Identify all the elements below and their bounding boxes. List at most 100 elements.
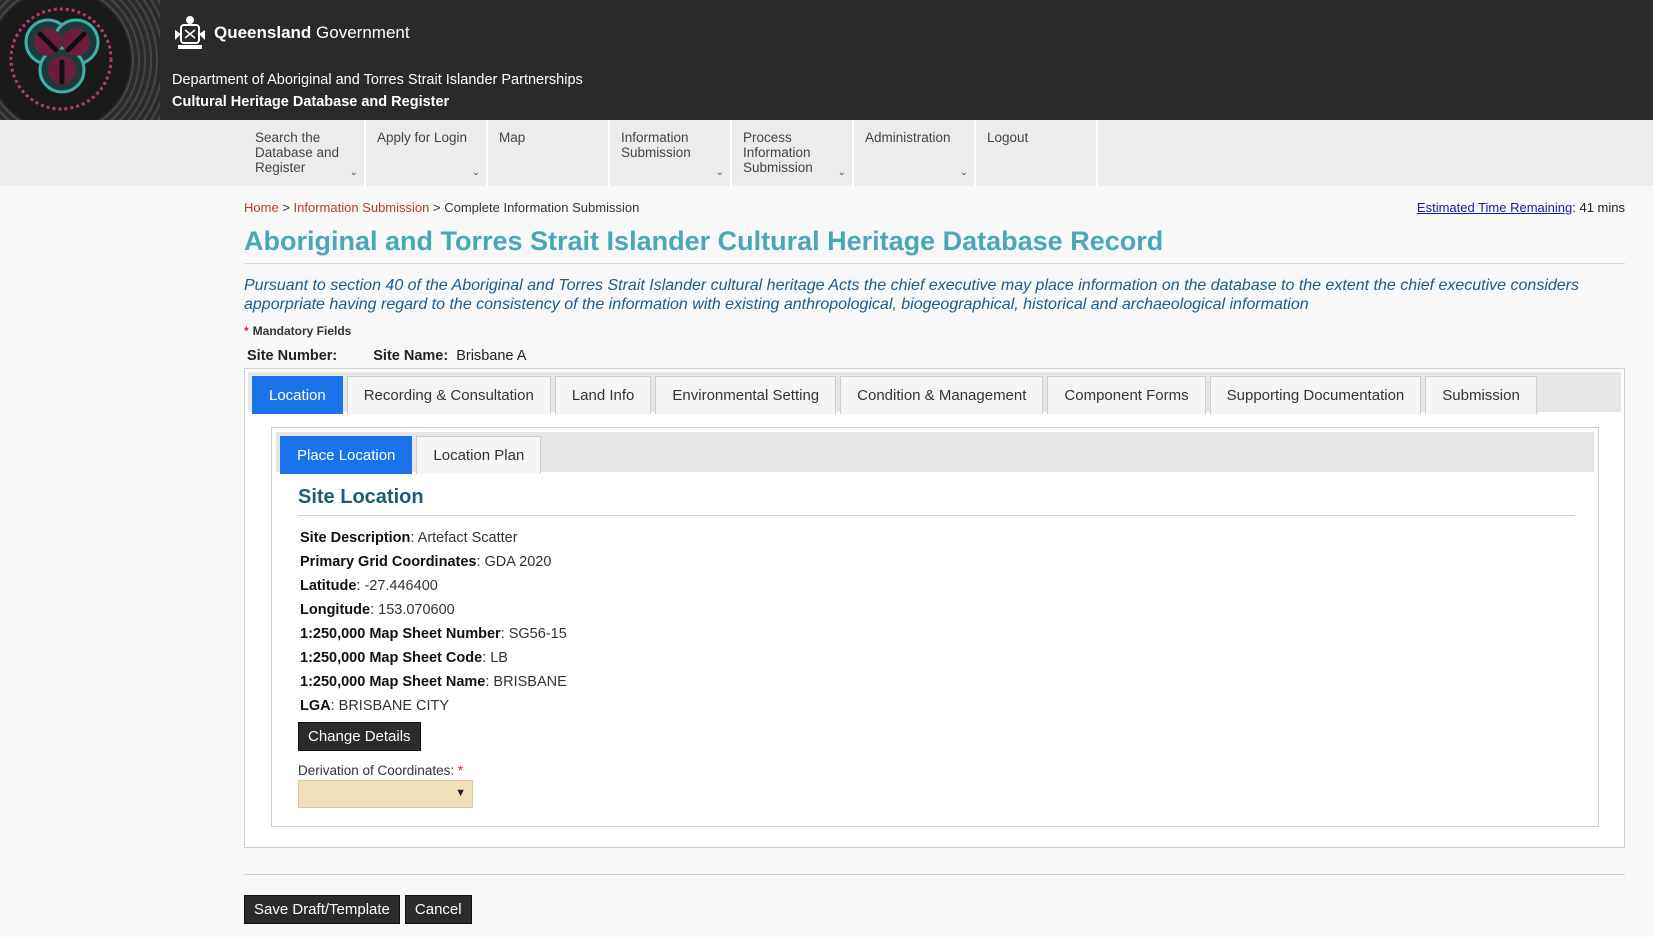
location-subtabs: Place Location Location Plan: [276, 432, 1594, 474]
field-label: 1:250,000 Map Sheet Number: [300, 626, 501, 642]
field-row: LGA: BRISBANE CITY: [300, 694, 1575, 718]
chevron-down-icon: ⌄: [837, 167, 846, 178]
section-heading: Site Location: [298, 486, 1575, 516]
footer-actions: Save Draft/Template Cancel: [244, 895, 472, 924]
record-tabs: Location Recording & Consultation Land Inf…: [248, 372, 1621, 414]
field-label: 1:250,000 Map Sheet Name: [300, 674, 486, 690]
nav-item-search-the-database-and-register[interactable]: Search the Database and Register ⌄: [244, 120, 366, 186]
field-label: Site Description: [300, 530, 411, 546]
nav-item-process-information-submission[interactable]: Process Information Submission ⌄: [732, 120, 854, 186]
field-value: : SG56-15: [500, 626, 567, 642]
site-location-section: Site Location Site Description: Artefact…: [298, 486, 1575, 808]
page-title: Aboriginal and Torres Strait Islander Cu…: [244, 226, 1625, 264]
qld-government-title[interactable]: Queensland Government: [214, 23, 410, 43]
tab-environmental-setting[interactable]: Environmental Setting: [655, 376, 837, 414]
site-name-label: Site Name:: [373, 348, 449, 364]
field-label: 1:250,000 Map Sheet Code: [300, 650, 483, 666]
mandatory-note: * Mandatory Fields: [244, 324, 1625, 338]
field-label: Primary Grid Coordinates: [300, 554, 477, 570]
tab-component-forms[interactable]: Component Forms: [1047, 376, 1206, 414]
subtab-place-location[interactable]: Place Location: [280, 436, 413, 474]
field-value: : GDA 2020: [476, 554, 552, 570]
field-value: : -27.446400: [356, 578, 438, 594]
field-row: Latitude: -27.446400: [300, 574, 1575, 598]
tab-submission[interactable]: Submission: [1425, 376, 1537, 414]
breadcrumb-current: Complete Information Submission: [444, 200, 640, 215]
page-lede: Pursuant to section 40 of the Aboriginal…: [244, 277, 1579, 313]
nav-item-label: Map: [499, 130, 526, 145]
derivation-select[interactable]: ▼: [298, 780, 473, 808]
nav-item-label: Administration: [865, 130, 951, 145]
chevron-down-icon: ▼: [455, 787, 466, 799]
field-value: : BRISBANE: [485, 674, 567, 690]
location-panel: Place Location Location Plan Site Locatio…: [271, 427, 1599, 827]
breadcrumb-separator: >: [433, 200, 441, 215]
chevron-down-icon: ⌄: [959, 167, 968, 178]
field-label: Longitude: [300, 602, 371, 618]
nav-item-label: Search the Database and Register: [255, 130, 340, 175]
field-row: 1:250,000 Map Sheet Number: SG56-15: [300, 622, 1575, 646]
nav-item-label: Apply for Login: [377, 130, 468, 145]
footer-divider: [244, 874, 1625, 875]
tab-supporting-documentation[interactable]: Supporting Documentation: [1209, 376, 1422, 414]
field-label: LGA: [300, 698, 331, 714]
field-value: : LB: [482, 650, 508, 666]
time-remaining: Estimated Time Remaining: 41 mins: [1417, 200, 1625, 215]
nav-item-map[interactable]: Map: [488, 120, 610, 186]
qld-gov-branding: Queensland Government Department of Abor…: [172, 14, 583, 110]
derivation-label-text: Derivation of Coordinates:: [298, 763, 455, 778]
department-name: Department of Aboriginal and Torres Stra…: [172, 72, 583, 88]
field-value: : 153.070600: [370, 602, 455, 618]
subtab-location-plan[interactable]: Location Plan: [416, 436, 542, 474]
chevron-down-icon: ⌄: [715, 167, 724, 178]
aboriginal-art-logo: [0, 0, 160, 120]
required-star: *: [244, 324, 249, 338]
field-row: 1:250,000 Map Sheet Code: LB: [300, 646, 1575, 670]
chevron-down-icon: ⌄: [349, 167, 358, 178]
nav-item-label: Logout: [987, 130, 1029, 145]
field-row: Longitude: 153.070600: [300, 598, 1575, 622]
field-label: Latitude: [300, 578, 357, 594]
cancel-button[interactable]: Cancel: [404, 895, 472, 924]
change-details-button[interactable]: Change Details: [298, 722, 421, 751]
breadcrumb-information-submission[interactable]: Information Submission: [294, 200, 430, 215]
main-nav: Search the Database and Register ⌄ Apply f…: [0, 120, 1653, 186]
site-summary: Site Number: Site Name: Brisbane A: [244, 348, 1625, 364]
main-content: Home > Information Submission > Complete…: [244, 200, 1625, 848]
site-number-label: Site Number:: [247, 348, 338, 364]
nav-item-label: Information Submission: [621, 130, 691, 160]
tab-condition-management[interactable]: Condition & Management: [840, 376, 1044, 414]
site-location-fields: Site Description: Artefact Scatter Primar…: [298, 526, 1575, 718]
mandatory-label: Mandatory Fields: [252, 324, 352, 338]
nav-item-administration[interactable]: Administration ⌄: [854, 120, 976, 186]
save-draft-button[interactable]: Save Draft/Template: [244, 895, 400, 924]
derivation-label: Derivation of Coordinates: *: [298, 763, 1575, 778]
field-value: : BRISBANE CITY: [330, 698, 450, 714]
time-remaining-link[interactable]: Estimated Time Remaining: [1417, 200, 1572, 215]
qld-bold: Queensland: [214, 23, 312, 42]
nav-item-apply-for-login[interactable]: Apply for Login ⌄: [366, 120, 488, 186]
nav-item-logout[interactable]: Logout: [976, 120, 1098, 186]
tab-recording-consultation[interactable]: Recording & Consultation: [346, 376, 551, 414]
site-name-value: Brisbane A: [456, 348, 527, 364]
chevron-down-icon: ⌄: [471, 167, 480, 178]
site-name: Site Name: Brisbane A: [373, 348, 526, 364]
field-row: Site Description: Artefact Scatter: [300, 526, 1575, 550]
time-remaining-value: : 41 mins: [1572, 200, 1625, 215]
gov-regular: Government: [316, 23, 410, 42]
breadcrumb-separator: >: [282, 200, 290, 215]
breadcrumb-home[interactable]: Home: [244, 200, 279, 215]
record-panel: Location Recording & Consultation Land Inf…: [244, 368, 1625, 848]
field-value: : Artefact Scatter: [410, 530, 518, 546]
site-header: Queensland Government Department of Abor…: [0, 0, 1653, 120]
nav-item-information-submission[interactable]: Information Submission ⌄: [610, 120, 732, 186]
tab-land-info[interactable]: Land Info: [554, 376, 652, 414]
required-star: *: [457, 763, 464, 778]
system-name: Cultural Heritage Database and Register: [172, 94, 450, 110]
field-row: 1:250,000 Map Sheet Name: BRISBANE: [300, 670, 1575, 694]
qld-crest-icon: [175, 16, 205, 49]
field-row: Primary Grid Coordinates: GDA 2020: [300, 550, 1575, 574]
site-number: Site Number:: [247, 348, 337, 364]
nav-item-label: Process Information Submission: [743, 130, 813, 175]
tab-location[interactable]: Location: [252, 376, 343, 414]
